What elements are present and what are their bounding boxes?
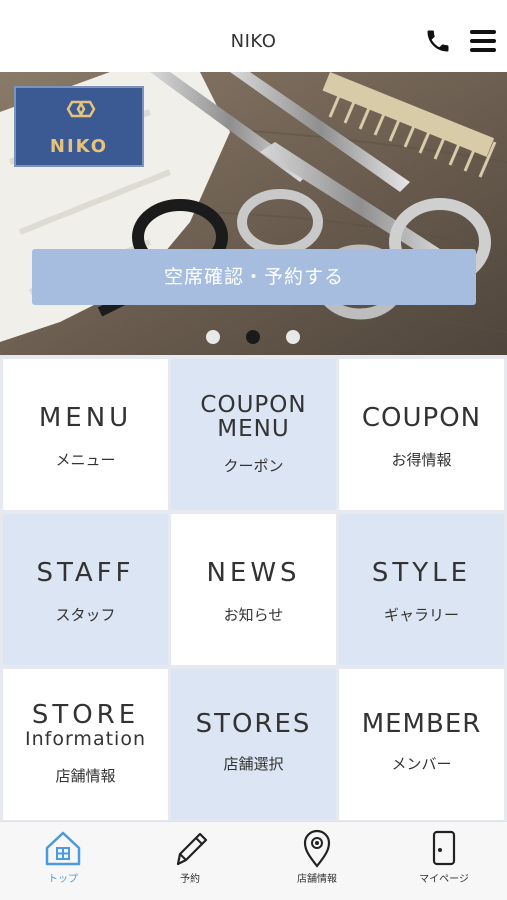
tab-label: 予約 [180,874,200,885]
card-icon [432,830,456,866]
tile-subtitle: 店舗情報 [55,767,116,785]
menu-grid: MENU メニュー COUPON MENU クーポン COUPON お得情報 S… [0,355,507,821]
menu-tile-menu[interactable]: MENU メニュー [3,359,168,510]
tile-title: STYLE [371,558,472,588]
tile-title-line2: MENU [217,416,290,442]
carousel-dot[interactable] [286,330,300,344]
tile-title: STORE [31,700,140,730]
home-icon [45,831,81,866]
salon-logo: NIKO [14,86,144,167]
menu-tile-style[interactable]: STYLE ギャラリー [339,514,504,665]
tile-subtitle: お知らせ [223,606,284,624]
map-pin-icon [303,829,331,868]
tile-title-line2: Information [25,728,146,750]
carousel-dot-active[interactable] [246,330,260,344]
tile-subtitle: クーポン [223,457,284,475]
tile-title: MENU [38,403,133,433]
pencil-icon [176,832,208,866]
menu-icon[interactable] [470,30,496,52]
tile-subtitle: スタッフ [55,606,116,624]
tab-label: 店舗情報 [297,874,337,885]
tab-store-info[interactable]: 店舗情報 [254,822,380,900]
logo-mark-icon [66,100,96,118]
tile-title: STAFF [36,558,135,588]
tab-my-page[interactable]: マイページ [381,822,507,900]
tile-subtitle: お得情報 [391,451,452,469]
logo-text: NIKO [49,136,109,157]
menu-tile-coupon-menu[interactable]: COUPON MENU クーポン [171,359,336,510]
tile-title: NEWS [206,558,301,588]
tile-title: COUPON [200,392,307,418]
phone-icon[interactable] [424,27,452,55]
tab-reserve[interactable]: 予約 [127,822,253,900]
tab-top[interactable]: トップ [0,822,126,900]
tab-label: マイページ [419,874,469,885]
tile-subtitle: メンバー [391,755,452,773]
tile-subtitle: ギャラリー [383,606,459,624]
tile-title: STORES [195,709,312,739]
carousel-dot[interactable] [206,330,220,344]
menu-tile-member[interactable]: MEMBER メンバー [339,669,504,820]
menu-tile-staff[interactable]: STAFF スタッフ [3,514,168,665]
tile-title: COUPON [361,403,482,433]
menu-tile-news[interactable]: NEWS お知らせ [171,514,336,665]
menu-tile-coupon[interactable]: COUPON お得情報 [339,359,504,510]
tile-subtitle: 店舗選択 [223,755,284,773]
menu-tile-stores[interactable]: STORES 店舗選択 [171,669,336,820]
bottom-tab-bar: トップ 予約 店舗情報 マイページ [0,821,507,900]
hero-banner: NIKO 空席確認・予約する [0,72,507,355]
reserve-button[interactable]: 空席確認・予約する [32,249,476,305]
tab-label: トップ [48,874,78,885]
tile-subtitle: メニュー [55,451,116,469]
tile-title: MEMBER [361,709,482,739]
menu-tile-store-information[interactable]: STORE Information 店舗情報 [3,669,168,820]
app-header: NIKO [0,0,507,72]
